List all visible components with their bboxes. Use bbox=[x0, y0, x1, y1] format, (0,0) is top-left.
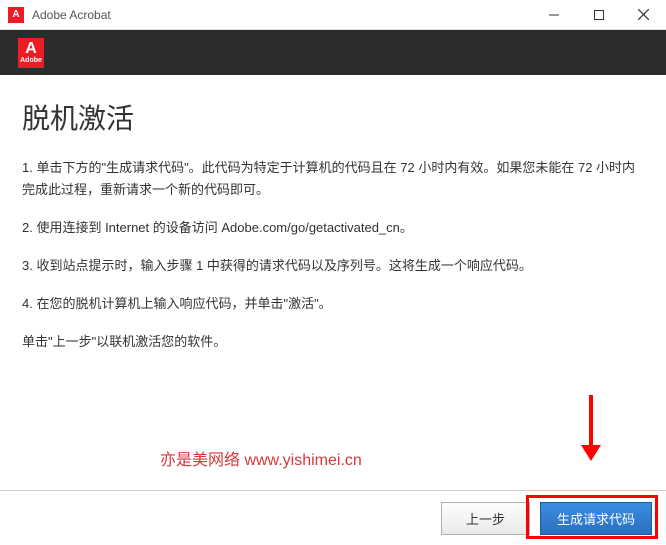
window-title: Adobe Acrobat bbox=[32, 8, 531, 22]
instruction-note: 单击"上一步"以联机激活您的软件。 bbox=[22, 331, 644, 353]
page-title: 脱机激活 bbox=[22, 97, 644, 137]
titlebar: A Adobe Acrobat bbox=[0, 0, 666, 30]
watermark-text: 亦是美网络 www.yishimei.cn bbox=[160, 446, 362, 470]
instruction-step-2: 2. 使用连接到 Internet 的设备访问 Adobe.com/go/get… bbox=[22, 217, 644, 239]
back-button[interactable]: 上一步 bbox=[441, 502, 530, 535]
maximize-button[interactable] bbox=[576, 0, 621, 29]
footer-bar: 上一步 生成请求代码 bbox=[0, 490, 666, 545]
instruction-step-3: 3. 收到站点提示时，输入步骤 1 中获得的请求代码以及序列号。这将生成一个响应… bbox=[22, 255, 644, 277]
arrow-annotation bbox=[576, 395, 606, 465]
close-button[interactable] bbox=[621, 0, 666, 29]
header-strip: A Adobe bbox=[0, 30, 666, 75]
window-controls bbox=[531, 0, 666, 29]
minimize-button[interactable] bbox=[531, 0, 576, 29]
generate-request-code-button[interactable]: 生成请求代码 bbox=[540, 502, 652, 535]
instruction-step-4: 4. 在您的脱机计算机上输入响应代码，并单击"激活"。 bbox=[22, 293, 644, 315]
main-content: 脱机激活 1. 单击下方的"生成请求代码"。此代码为特定于计算机的代码且在 72… bbox=[0, 75, 666, 380]
app-icon: A bbox=[8, 7, 24, 23]
adobe-logo: A Adobe bbox=[18, 38, 44, 68]
instruction-step-1: 1. 单击下方的"生成请求代码"。此代码为特定于计算机的代码且在 72 小时内有… bbox=[22, 157, 644, 201]
